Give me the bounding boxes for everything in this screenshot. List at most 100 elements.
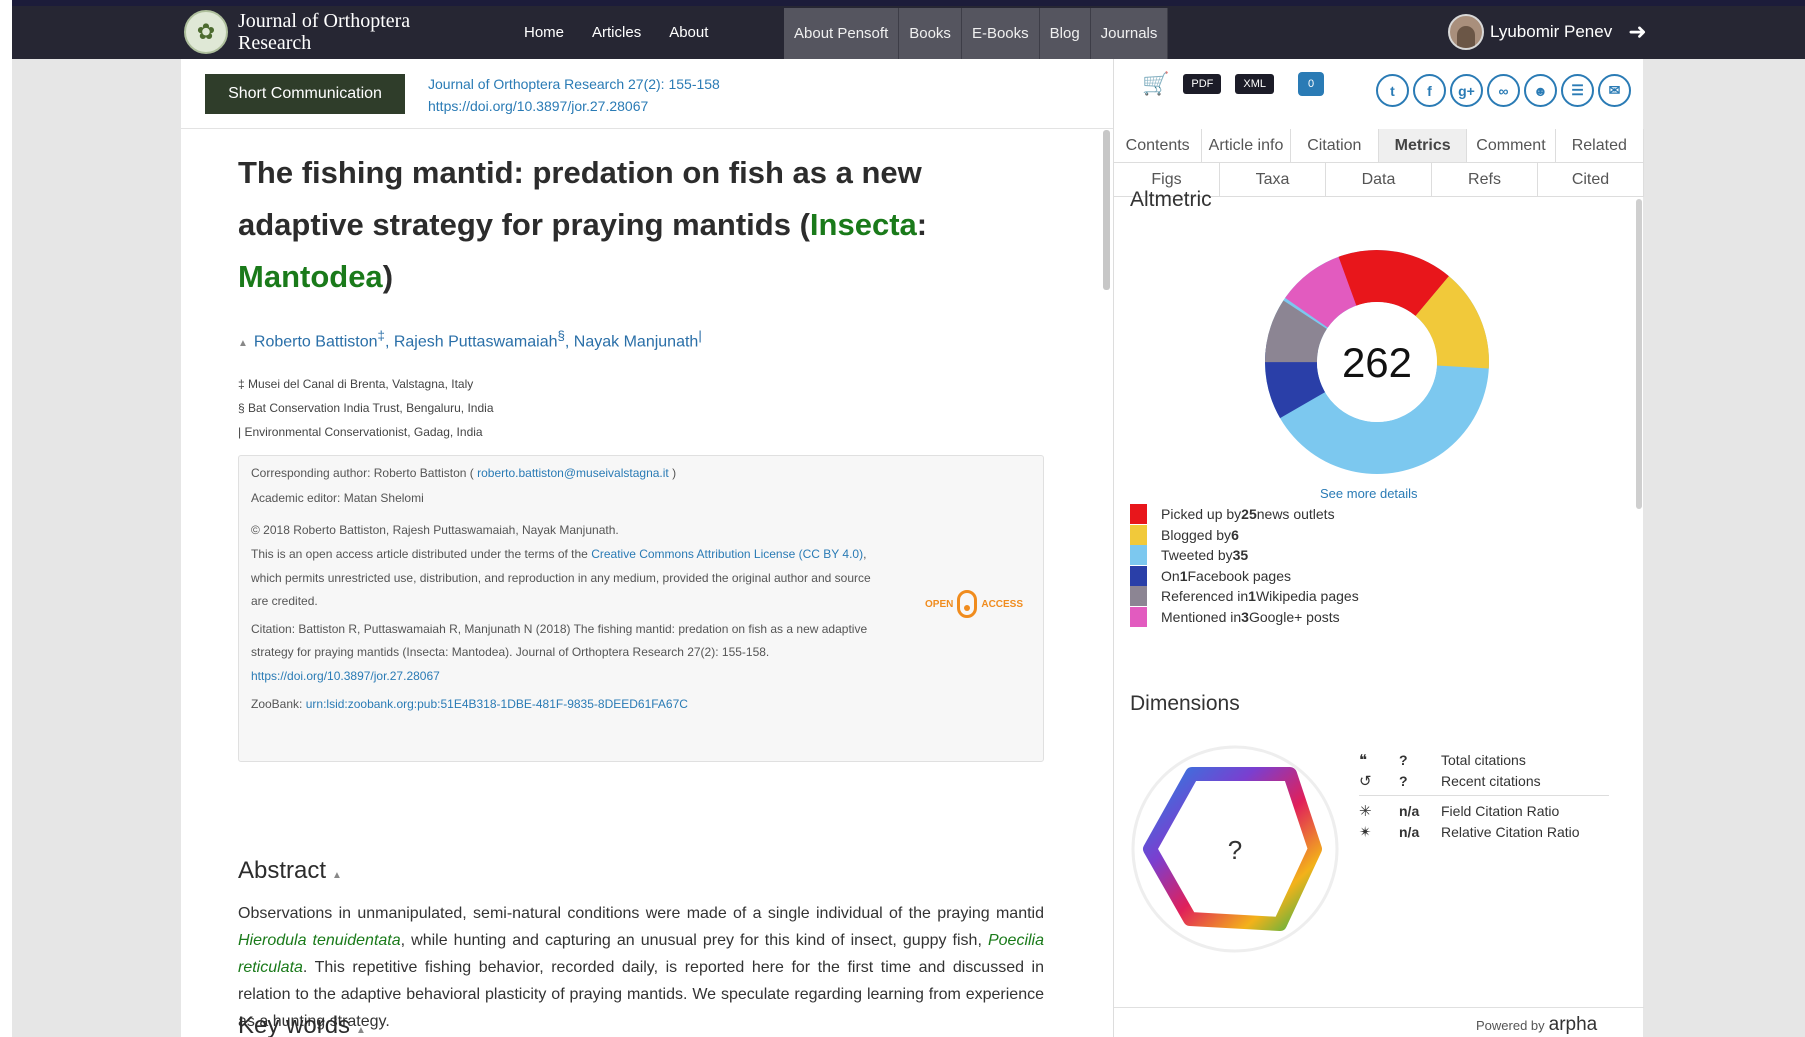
nav-ebooks[interactable]: E-Books [962, 8, 1040, 59]
zoobank-link[interactable]: urn:lsid:zoobank.org:pub:51E4B318-1DBE-4… [306, 697, 688, 711]
tab-contents[interactable]: Contents [1114, 129, 1203, 162]
tab-data[interactable]: Data [1326, 163, 1432, 196]
tab-article-info[interactable]: Article info [1202, 129, 1291, 162]
affiliation: § Bat Conservation India Trust, Bengalur… [238, 401, 494, 415]
altmetric-legend: Picked up by 25 news outlets Blogged by … [1130, 504, 1359, 627]
left-strip [0, 0, 12, 1037]
tab-refs[interactable]: Refs [1432, 163, 1538, 196]
nav-books[interactable]: Books [899, 8, 962, 59]
email-link[interactable]: roberto.battiston@museivalstagna.it [477, 466, 669, 480]
legend-item[interactable]: Mentioned in 3 Google+ posts [1130, 606, 1359, 628]
see-more-link[interactable]: See more details [1320, 486, 1418, 501]
collapse-icon: ▲ [332, 870, 342, 881]
altmetric-score: 262 [1342, 339, 1412, 386]
nav-about-pensoft[interactable]: About Pensoft [784, 8, 900, 59]
nav-articles[interactable]: Articles [592, 24, 641, 41]
pdf-button[interactable]: PDF [1183, 74, 1222, 94]
open-lock-icon [957, 590, 978, 618]
tab-taxa[interactable]: Taxa [1220, 163, 1326, 196]
article-tabs: Contents Article info Citation Metrics C… [1114, 129, 1644, 197]
legend-item[interactable]: Picked up by 25 news outlets [1130, 504, 1359, 525]
journal-logo[interactable]: ✿ Journal of Orthoptera Research [184, 10, 448, 54]
top-navbar: ✿ Journal of Orthoptera Research Home Ar… [12, 6, 1805, 59]
tab-cited[interactable]: Cited [1538, 163, 1644, 196]
open-access-badge: OPEN ACCESS [925, 590, 1023, 618]
affiliation: ‡ Musei del Canal di Brenta, Valstagna, … [238, 377, 474, 391]
relative-ratio-icon: ✴ [1359, 823, 1372, 841]
nav-home[interactable]: Home [524, 24, 564, 41]
keywords-heading[interactable]: Key words ▲ [238, 1012, 366, 1037]
article-tools: 🛒 PDF XML 0 [1142, 71, 1325, 97]
history-icon: ↺ [1359, 772, 1372, 790]
stat-row: ❝? Total citations [1359, 751, 1526, 769]
comments-count-icon[interactable]: 0 [1298, 72, 1325, 96]
twitter-icon[interactable]: t [1376, 74, 1409, 107]
xml-button[interactable]: XML [1235, 74, 1275, 94]
swatch [1130, 545, 1147, 566]
swatch [1130, 606, 1147, 627]
tab-citation[interactable]: Citation [1291, 129, 1379, 162]
reddit-icon[interactable]: ☻ [1524, 74, 1557, 107]
journal-title: Journal of Orthoptera Research [238, 10, 411, 54]
legend-item[interactable]: Blogged by 6 [1130, 524, 1359, 546]
pensoft-nav: About Pensoft Books E-Books Blog Journal… [784, 8, 1169, 59]
share-buttons: t f g+ ∞ ☻ ☰ ✉ [1376, 74, 1635, 107]
email-icon[interactable]: ✉ [1598, 74, 1631, 107]
tab-related[interactable]: Related [1556, 129, 1644, 162]
license-text: which permits unrestricted use, distribu… [251, 571, 871, 585]
cart-icon[interactable]: 🛒 [1142, 71, 1169, 97]
googleplus-icon[interactable]: g+ [1450, 74, 1483, 107]
sidebar-scrollbar[interactable] [1636, 199, 1642, 509]
user-menu[interactable]: Lyubomir Penev ➜ [1448, 14, 1647, 50]
altmetric-donut[interactable]: 262 [1262, 247, 1492, 477]
affiliation: | Environmental Conservationist, Gadag, … [238, 425, 483, 439]
doi-link[interactable]: https://doi.org/10.3897/jor.27.28067 [428, 95, 720, 117]
legend-item[interactable]: Tweeted by 35 [1130, 545, 1359, 566]
dimensions-heading: Dimensions [1130, 692, 1240, 715]
quote-icon: ❝ [1359, 751, 1368, 769]
author-list: ▲ Roberto Battiston‡, Rajesh Puttaswamaia… [238, 328, 702, 351]
stat-row: ✴ n/a Relative Citation Ratio [1359, 823, 1580, 841]
author-link[interactable]: Roberto Battiston [254, 333, 378, 350]
license-text: are credited. [251, 594, 318, 608]
license-text: This is an open access article distribut… [251, 547, 867, 561]
article-type-badge: Short Communication [205, 74, 405, 114]
nav-about[interactable]: About [669, 24, 708, 41]
dimensions-badge[interactable]: ? [1130, 744, 1340, 954]
citation-text: Citation: Battiston R, Puttaswamaiah R, … [251, 622, 868, 636]
facebook-icon[interactable]: f [1413, 74, 1446, 107]
citation-doi-link[interactable]: https://doi.org/10.3897/jor.27.28067 [251, 669, 440, 683]
article-reference: Journal of Orthoptera Research 27(2): 15… [428, 73, 720, 117]
legend-item[interactable]: Referenced in 1 Wikipedia pages [1130, 586, 1359, 607]
nav-journals[interactable]: Journals [1091, 8, 1169, 59]
stat-row: ✳ n/a Field Citation Ratio [1359, 802, 1560, 820]
abstract-heading[interactable]: Abstract ▲ [238, 857, 342, 885]
divider [181, 128, 1113, 129]
zoobank: ZooBank: urn:lsid:zoobank.org:pub:51E4B3… [251, 697, 688, 711]
logout-icon[interactable]: ➜ [1628, 19, 1646, 45]
license-link[interactable]: Creative Commons Attribution License (CC… [591, 547, 863, 561]
taxon-link-mantodea[interactable]: Mantodea [238, 259, 383, 294]
taxon-link-insecta[interactable]: Insecta [810, 207, 917, 242]
species-link[interactable]: Hierodula tenuidentata [238, 932, 401, 949]
mendeley-icon[interactable]: ∞ [1487, 74, 1520, 107]
divider [1359, 795, 1609, 796]
academic-editor: Academic editor: Matan Shelomi [251, 491, 424, 505]
tab-metrics[interactable]: Metrics [1378, 129, 1468, 162]
legend-item[interactable]: On 1 Facebook pages [1130, 565, 1359, 587]
author-link[interactable]: Rajesh Puttaswamaiah [394, 333, 558, 350]
altmetric-heading: Altmetric [1130, 188, 1212, 211]
collapse-icon[interactable]: ▲ [238, 338, 248, 349]
copyright: © 2018 Roberto Battiston, Rajesh Puttasw… [251, 523, 619, 537]
author-link[interactable]: Nayak Manjunath [574, 333, 699, 350]
corresponding-author: Corresponding author: Roberto Battiston … [251, 466, 677, 480]
citation-link[interactable]: Journal of Orthoptera Research 27(2): 15… [428, 73, 720, 95]
panel-scrollbar[interactable] [1103, 130, 1110, 290]
arpha-logo[interactable]: arpha [1549, 1014, 1598, 1035]
article-panel: Short Communication Journal of Orthopter… [181, 59, 1113, 1037]
citation-text: strategy for praying mantids (Insecta: M… [251, 645, 770, 659]
bookmark-icon[interactable]: ☰ [1561, 74, 1594, 107]
swatch [1130, 565, 1147, 586]
nav-blog[interactable]: Blog [1040, 8, 1091, 59]
tab-comment[interactable]: Comment [1467, 129, 1556, 162]
